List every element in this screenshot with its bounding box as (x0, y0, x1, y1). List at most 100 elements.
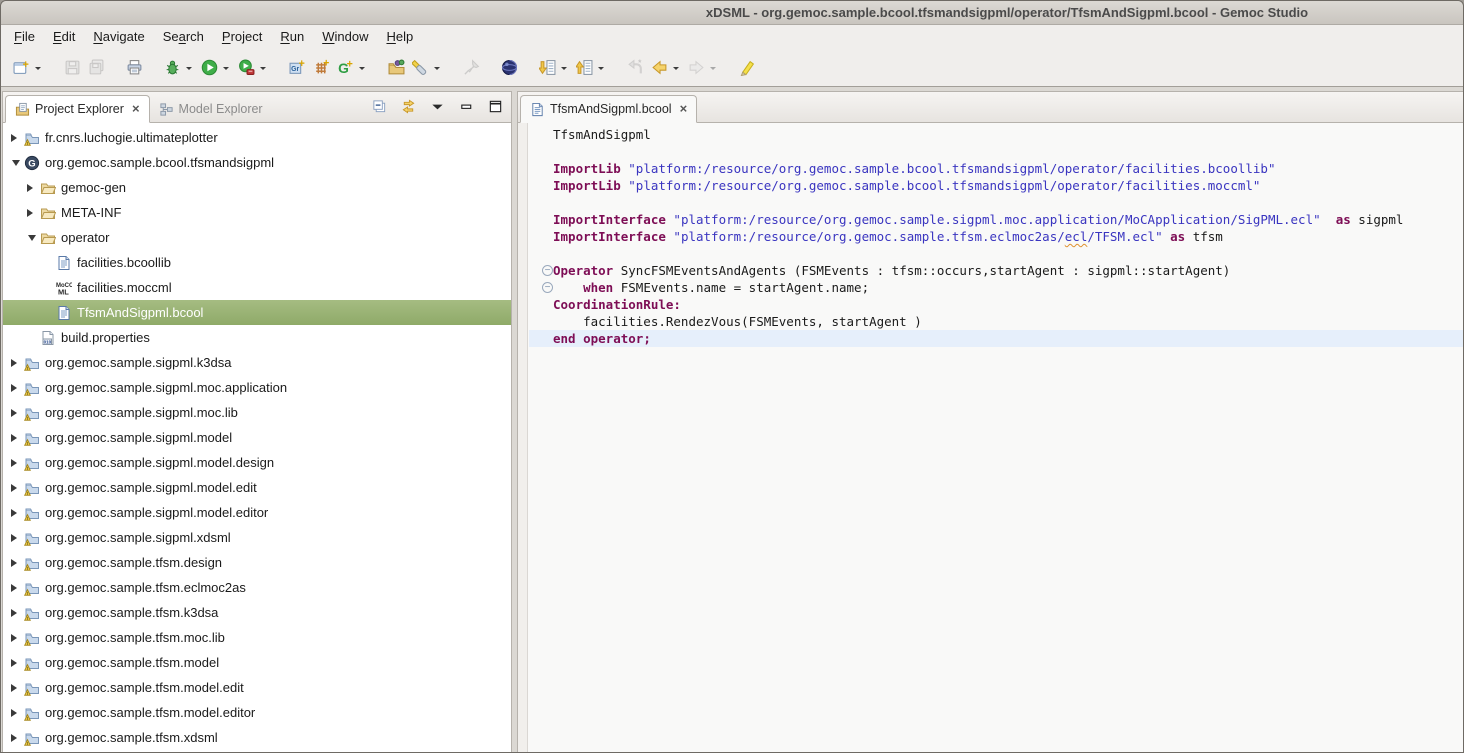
new-graphiti-diagram-button[interactable]: Gr+ (285, 55, 309, 79)
tree-item-org-gemoc-sample-bcool-tfsmandsigpml[interactable]: Gorg.gemoc.sample.bcool.tfsmandsigpml (3, 150, 511, 175)
collapse-arrow-icon[interactable] (28, 235, 36, 245)
code-line[interactable]: ImportInterface "platform:/resource/org.… (529, 211, 1463, 228)
view-menu-button[interactable] (427, 96, 447, 116)
close-tab-icon[interactable]: × (680, 104, 688, 114)
tab-tfsmandsigpml-bcool[interactable]: TfsmAndSigpml.bcool× (520, 95, 697, 123)
new-wizard-button[interactable]: + (9, 55, 33, 79)
menu-window[interactable]: Window (313, 26, 377, 47)
expand-arrow-icon[interactable] (11, 484, 21, 492)
expand-arrow-icon[interactable] (11, 459, 21, 467)
tree-item-org-gemoc-sample-tfsm-k3dsa[interactable]: !org.gemoc.sample.tfsm.k3dsa (3, 600, 511, 625)
run-dropdown-arrow-icon[interactable] (223, 67, 229, 73)
tree-item-tfsmandsigpml-bcool[interactable]: TfsmAndSigpml.bcool (3, 300, 511, 325)
tab-model-explorer[interactable]: Model Explorer (150, 95, 272, 123)
expand-arrow-icon[interactable] (11, 584, 21, 592)
next-annotation-dropdown-arrow-icon[interactable] (561, 67, 567, 73)
code-line[interactable]: facilities.RendezVous(FSMEvents, startAg… (529, 313, 1463, 330)
tree-item-org-gemoc-sample-sigpml-xdsml[interactable]: !org.gemoc.sample.sigpml.xdsml (3, 525, 511, 550)
expand-arrow-icon[interactable] (11, 684, 21, 692)
tab-project-explorer[interactable]: Project Explorer× (5, 95, 150, 123)
new-grid-diagram-button[interactable]: + (309, 55, 333, 79)
menu-project[interactable]: Project (213, 26, 271, 47)
code-line[interactable]: ImportLib "platform:/resource/org.gemoc.… (529, 177, 1463, 194)
expand-arrow-icon[interactable] (11, 559, 21, 567)
run-button[interactable] (197, 55, 221, 79)
previous-annotation-dropdown-arrow-icon[interactable] (598, 67, 604, 73)
run-external-tools-button[interactable] (234, 55, 258, 79)
expand-arrow-icon[interactable] (11, 734, 21, 742)
tree-item-org-gemoc-sample-sigpml-model-design[interactable]: !org.gemoc.sample.sigpml.model.design (3, 450, 511, 475)
code-line[interactable]: ImportInterface "platform:/resource/org.… (529, 228, 1463, 245)
search-button[interactable] (408, 55, 432, 79)
expand-arrow-icon[interactable] (11, 709, 21, 717)
tree-item-org-gemoc-sample-sigpml-moc-lib[interactable]: !org.gemoc.sample.sigpml.moc.lib (3, 400, 511, 425)
code-line[interactable] (529, 194, 1463, 211)
debug-dropdown-arrow-icon[interactable] (186, 67, 192, 73)
tree-item-org-gemoc-sample-tfsm-xdsml[interactable]: !org.gemoc.sample.tfsm.xdsml (3, 725, 511, 750)
code-line[interactable] (529, 143, 1463, 160)
print-button[interactable] (122, 55, 146, 79)
new-wizard-dropdown-arrow-icon[interactable] (35, 67, 41, 73)
tree-item-org-gemoc-sample-tfsm-eclmoc2as[interactable]: !org.gemoc.sample.tfsm.eclmoc2as (3, 575, 511, 600)
code-line-current[interactable]: end operator; (529, 330, 1463, 347)
code-line[interactable]: TfsmAndSigpml (529, 126, 1463, 143)
menu-edit[interactable]: Edit (44, 26, 84, 47)
tree-item-org-gemoc-sample-tfsm-moc-lib[interactable]: !org.gemoc.sample.tfsm.moc.lib (3, 625, 511, 650)
collapse-all-button[interactable] (369, 96, 389, 116)
expand-arrow-icon[interactable] (11, 534, 21, 542)
menu-file[interactable]: File (5, 26, 44, 47)
fold-marker-icon[interactable]: − (542, 282, 553, 293)
tree-item-facilities-moccml[interactable]: MoCCMLfacilities.moccml (3, 275, 511, 300)
code-line[interactable] (529, 245, 1463, 262)
expand-arrow-icon[interactable] (11, 134, 21, 142)
new-gmf-diagram-button[interactable]: G+ (333, 55, 357, 79)
expand-arrow-icon[interactable] (11, 409, 21, 417)
expand-arrow-icon[interactable] (11, 659, 21, 667)
code-line[interactable]: ImportLib "platform:/resource/org.gemoc.… (529, 160, 1463, 177)
open-web-browser-button[interactable] (497, 55, 521, 79)
maximize-button[interactable] (485, 96, 505, 116)
tree-item-org-gemoc-sample-sigpml-k3dsa[interactable]: !org.gemoc.sample.sigpml.k3dsa (3, 350, 511, 375)
expand-arrow-icon[interactable] (11, 634, 21, 642)
tree-item-org-gemoc-sample-sigpml-model-editor[interactable]: !org.gemoc.sample.sigpml.model.editor (3, 500, 511, 525)
tree-item-gemoc-gen[interactable]: gemoc-gen (3, 175, 511, 200)
fold-marker-icon[interactable]: − (542, 265, 553, 276)
open-plugin-artifact-button[interactable] (384, 55, 408, 79)
tree-item-fr-cnrs-luchogie-ultimateplotter[interactable]: !fr.cnrs.luchogie.ultimateplotter (3, 125, 511, 150)
minimize-button[interactable] (456, 96, 476, 116)
back-dropdown-arrow-icon[interactable] (673, 67, 679, 73)
tree-item-build-properties[interactable]: 010build.properties (3, 325, 511, 350)
code-line[interactable]: −Operator SyncFSMEventsAndAgents (FSMEve… (529, 262, 1463, 279)
expand-arrow-icon[interactable] (11, 434, 21, 442)
expand-arrow-icon[interactable] (11, 384, 21, 392)
menu-help[interactable]: Help (377, 26, 422, 47)
new-gmf-diagram-dropdown-arrow-icon[interactable] (359, 67, 365, 73)
expand-arrow-icon[interactable] (27, 209, 37, 217)
code-line[interactable]: CoordinationRule: (529, 296, 1463, 313)
expand-arrow-icon[interactable] (11, 359, 21, 367)
link-with-editor-button[interactable] (398, 96, 418, 116)
back-button[interactable] (647, 55, 671, 79)
expand-arrow-icon[interactable] (11, 609, 21, 617)
tree-item-org-gemoc-sample-sigpml-model-edit[interactable]: !org.gemoc.sample.sigpml.model.edit (3, 475, 511, 500)
next-annotation-button[interactable] (535, 55, 559, 79)
tree-item-operator[interactable]: operator (3, 225, 511, 250)
window-titlebar[interactable]: xDSML - org.gemoc.sample.bcool.tfsmandsi… (1, 1, 1463, 25)
tree-item-facilities-bcoollib[interactable]: facilities.bcoollib (3, 250, 511, 275)
previous-annotation-button[interactable] (572, 55, 596, 79)
collapse-arrow-icon[interactable] (12, 160, 20, 170)
tree-item-org-gemoc-sample-tfsm-model-edit[interactable]: !org.gemoc.sample.tfsm.model.edit (3, 675, 511, 700)
mark-occurrences-button[interactable] (735, 55, 759, 79)
tree-item-org-gemoc-sample-tfsm-design[interactable]: !org.gemoc.sample.tfsm.design (3, 550, 511, 575)
tree-item-meta-inf[interactable]: META-INF (3, 200, 511, 225)
close-tab-icon[interactable]: × (132, 104, 140, 114)
search-dropdown-arrow-icon[interactable] (434, 67, 440, 73)
code-editor[interactable]: TfsmAndSigpml ImportLib "platform:/resour… (518, 123, 1463, 752)
debug-button[interactable] (160, 55, 184, 79)
menu-run[interactable]: Run (271, 26, 313, 47)
expand-arrow-icon[interactable] (27, 184, 37, 192)
code-line[interactable]: − when FSMEvents.name = startAgent.name; (529, 279, 1463, 296)
tree-item-org-gemoc-sample-tfsm-model[interactable]: !org.gemoc.sample.tfsm.model (3, 650, 511, 675)
tree-item-org-gemoc-sample-sigpml-moc-application[interactable]: !org.gemoc.sample.sigpml.moc.application (3, 375, 511, 400)
expand-arrow-icon[interactable] (11, 509, 21, 517)
